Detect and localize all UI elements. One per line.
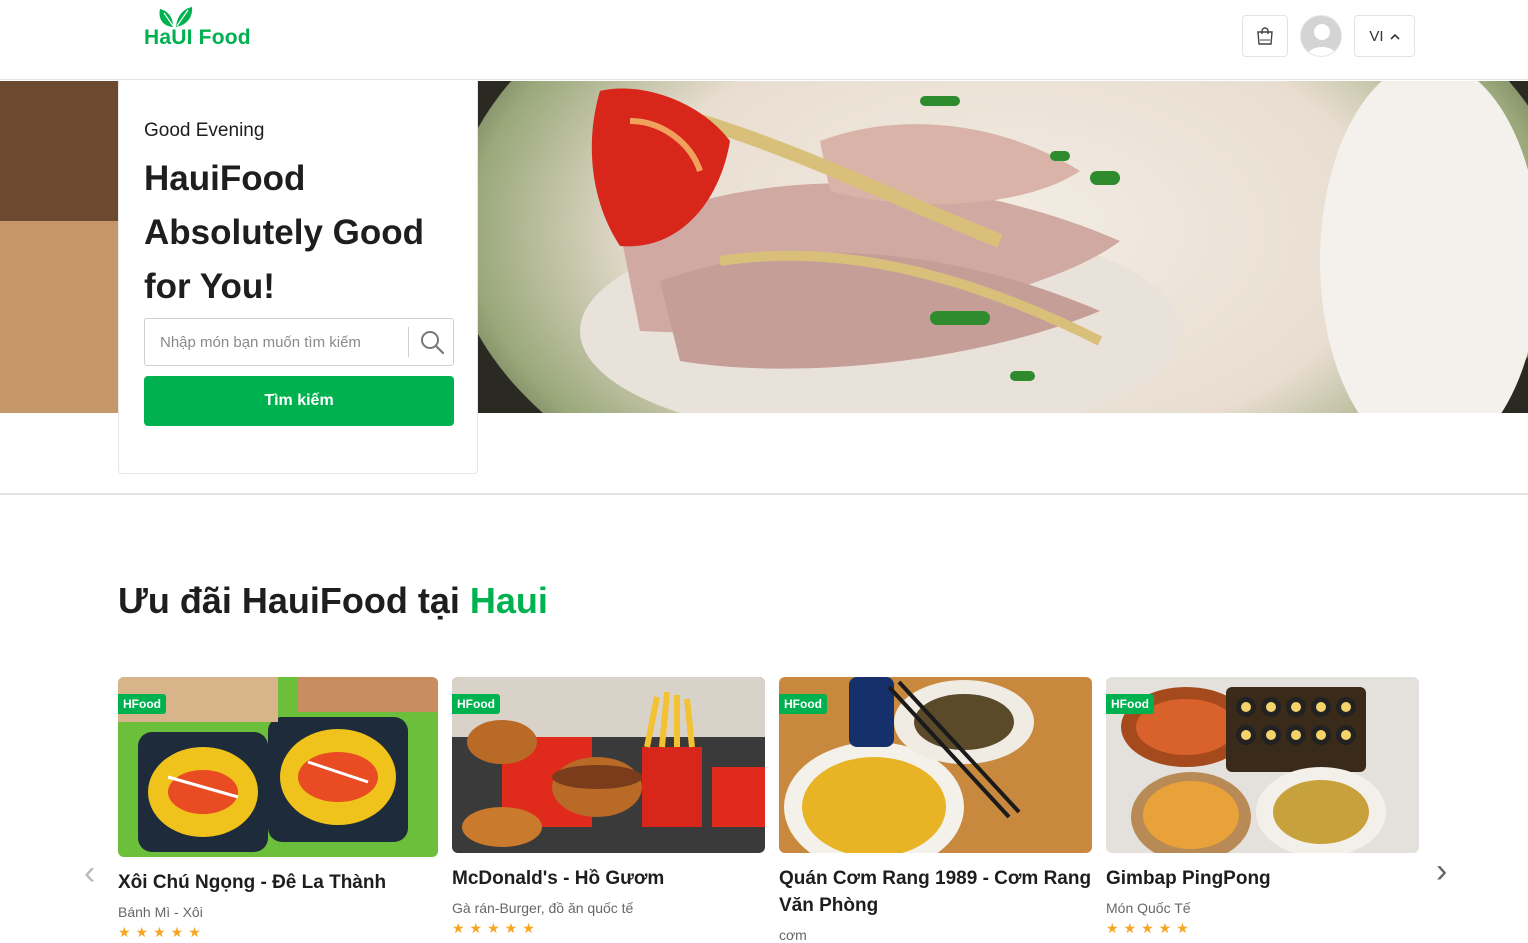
hfood-badge: HFood — [779, 694, 827, 714]
restaurant-card[interactable]: HFood Xôi Chú Ngọng - Đê La Thành Bánh M… — [118, 677, 438, 941]
restaurant-image[interactable]: HFood — [452, 677, 765, 853]
restaurant-card[interactable]: HFood Gimbap PingPong Món Quốc Tế ★★★★★ — [1106, 677, 1419, 937]
carousel-next-arrow[interactable]: › — [1436, 852, 1447, 891]
language-label: VI — [1369, 27, 1384, 45]
restaurant-name[interactable]: Xôi Chú Ngọng - Đê La Thành — [118, 869, 438, 896]
hero-search-card: Good Evening HauiFood Absolutely Good fo… — [118, 80, 478, 474]
top-header: HaUI Food VI — [0, 0, 1528, 80]
rating-stars: ★★★★★ — [118, 924, 206, 940]
restaurant-image[interactable]: HFood — [779, 677, 1092, 853]
rating-stars: ★★★★★ — [1106, 920, 1194, 936]
section-title-prefix: Ưu đãi HauiFood tại — [118, 580, 470, 621]
rating-stars: ★★★★★ — [452, 920, 540, 936]
xoi-food-image — [118, 677, 438, 857]
leaf-icon — [159, 7, 193, 27]
hfood-badge: HFood — [1106, 694, 1154, 714]
restaurant-category: Món Quốc Tế — [1106, 900, 1191, 916]
restaurant-category: Gà rán-Burger, đồ ăn quốc tế — [452, 900, 634, 916]
hfood-badge: HFood — [452, 694, 500, 714]
search-icon[interactable] — [419, 329, 445, 355]
cart-button[interactable] — [1242, 15, 1288, 57]
restaurant-name[interactable]: McDonald's - Hồ Gươm — [452, 865, 765, 892]
restaurant-image[interactable]: HFood — [1106, 677, 1419, 853]
search-button[interactable]: Tìm kiếm — [144, 376, 454, 426]
restaurant-category: cơm — [779, 927, 807, 943]
section-title: Ưu đãi HauiFood tại Haui — [118, 580, 548, 622]
restaurant-name[interactable]: Quán Cơm Rang 1989 - Cơm Rang Văn Phòng — [779, 865, 1092, 919]
carousel-prev-arrow[interactable]: ‹ — [84, 854, 95, 893]
restaurant-category: Bánh Mì - Xôi — [118, 904, 203, 920]
chevron-up-icon — [1390, 33, 1400, 40]
search-input[interactable] — [145, 319, 407, 365]
section-title-accent: Haui — [469, 580, 548, 621]
shopping-bag-icon — [1257, 27, 1273, 45]
user-avatar[interactable] — [1300, 15, 1342, 57]
section-divider — [0, 493, 1528, 495]
hero-title: HauiFood Absolutely Good for You! — [144, 159, 424, 306]
restaurant-card[interactable]: HFood McDonald's - Hồ Gươm Gà rán-Burger… — [452, 677, 765, 937]
restaurant-name[interactable]: Gimbap PingPong — [1106, 865, 1419, 892]
language-selector[interactable]: VI — [1354, 15, 1415, 57]
logo[interactable]: HaUI Food — [144, 4, 264, 52]
greeting-text: Good Evening — [144, 120, 265, 141]
restaurant-image[interactable]: HFood — [118, 677, 438, 857]
search-divider — [408, 327, 409, 357]
hfood-badge: HFood — [118, 694, 166, 714]
logo-text: HaUI Food — [144, 26, 251, 49]
user-avatar-icon — [1301, 16, 1341, 56]
restaurant-card[interactable]: HFood Quán Cơm Rang 1989 - Cơm Rang Văn … — [779, 677, 1092, 943]
search-box — [144, 318, 454, 366]
